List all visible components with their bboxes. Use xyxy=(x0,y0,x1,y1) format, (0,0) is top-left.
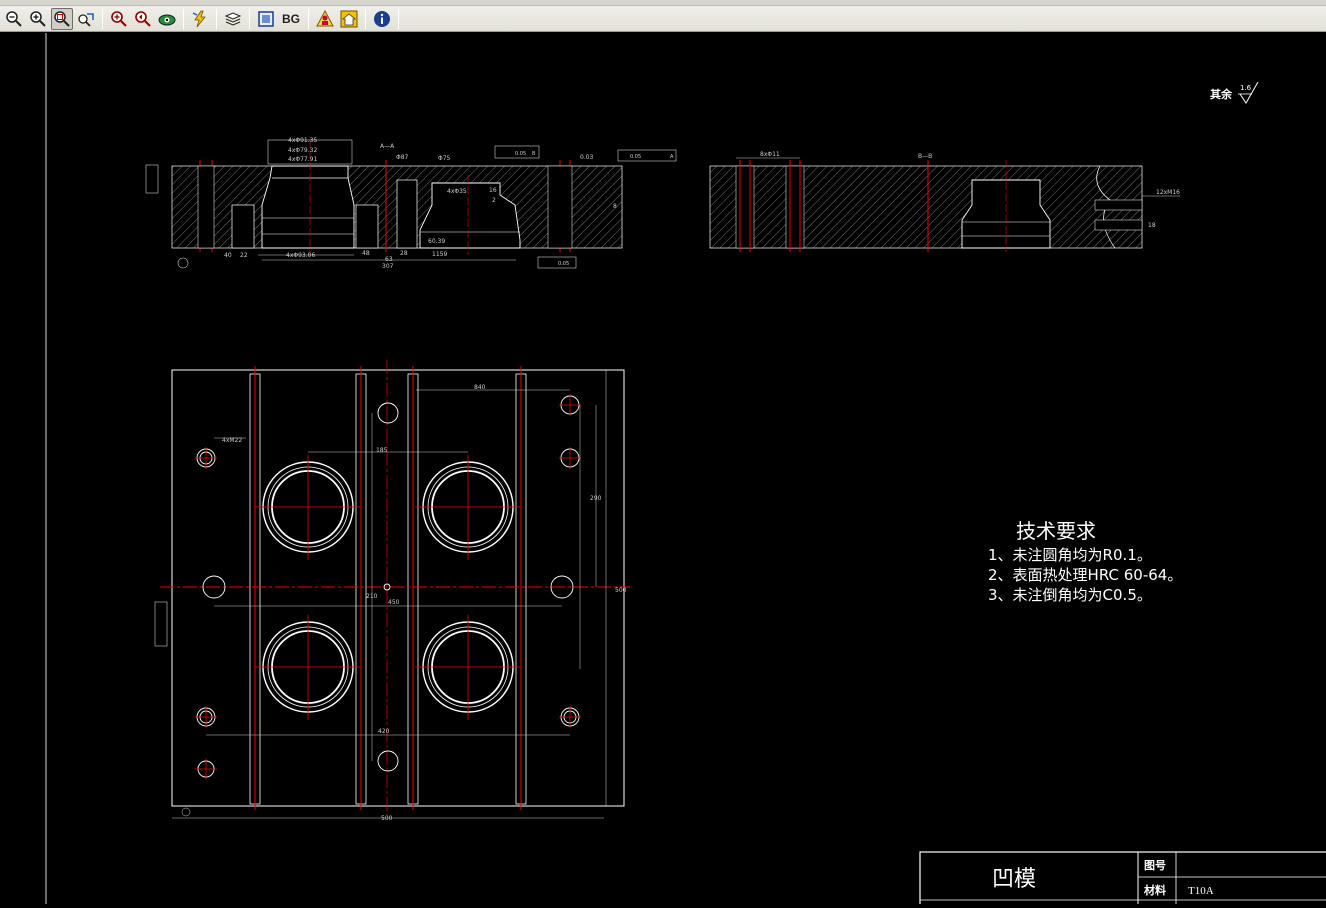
pan-realtime-button[interactable] xyxy=(75,8,97,30)
svg-text:16: 16 xyxy=(489,187,497,194)
zoom-extents-button[interactable] xyxy=(108,8,130,30)
zoom-out-button[interactable] xyxy=(3,8,25,30)
zoom-previous-icon xyxy=(135,10,151,27)
svg-text:40: 40 xyxy=(224,252,232,259)
svg-text:4xM22: 4xM22 xyxy=(222,437,242,444)
pan-icon xyxy=(78,12,94,27)
layers-button[interactable] xyxy=(222,8,244,30)
svg-text:290: 290 xyxy=(590,495,602,502)
plan-view: 4xM22 185 840 210 450 420 290 500 500 xyxy=(154,360,630,822)
zoom-extents-icon xyxy=(111,10,127,27)
svg-text:4xΦ93.06: 4xΦ93.06 xyxy=(286,252,315,259)
svg-text:500: 500 xyxy=(381,815,393,822)
background-button-label: BG xyxy=(282,11,300,26)
svg-text:60.39: 60.39 xyxy=(428,238,445,245)
eye-icon xyxy=(158,14,176,25)
svg-text:2: 2 xyxy=(492,197,496,204)
tech-item-1: 1、未注圆角均为R0.1。 xyxy=(988,546,1152,564)
svg-text:420: 420 xyxy=(378,728,390,735)
background-button[interactable]: BG xyxy=(279,8,303,30)
svg-text:22: 22 xyxy=(240,252,248,259)
lightning-icon xyxy=(192,10,206,27)
drawing-no-label: 图号 xyxy=(1144,859,1166,872)
zoom-in-icon xyxy=(30,10,46,27)
section-view-aa: A—A 4xΦ91.35 4xΦ79.32 4xΦ77.91 4xΦ93.06 … xyxy=(145,137,677,270)
zoom-out-icon xyxy=(6,10,22,27)
svg-text:4xΦ91.35: 4xΦ91.35 xyxy=(288,137,317,144)
svg-text:1159: 1159 xyxy=(432,251,447,258)
svg-text:8xΦ11: 8xΦ11 xyxy=(760,151,780,158)
toolbar-separator xyxy=(365,8,366,29)
section-view-bb: B—B 12xM16 18 8xΦ11 xyxy=(709,151,1180,252)
frame-icon xyxy=(258,10,274,27)
home-icon xyxy=(340,10,358,27)
svg-text:500: 500 xyxy=(615,587,627,594)
title-block: 凹模 图号 材料 T10A xyxy=(919,851,1326,908)
regen-button[interactable] xyxy=(189,8,211,30)
svg-text:840: 840 xyxy=(474,384,486,391)
roughness-value: 1.6 xyxy=(1240,84,1252,92)
tech-item-2: 2、表面热处理HRC 60-64。 xyxy=(988,566,1182,584)
svg-text:0.03: 0.03 xyxy=(580,154,594,161)
svg-text:0.05: 0.05 xyxy=(630,154,641,160)
svg-text:8: 8 xyxy=(613,203,617,210)
toolbar-separator xyxy=(102,8,103,29)
svg-text:0.05: 0.05 xyxy=(515,151,526,157)
toolbar-separator xyxy=(183,8,184,29)
tech-item-3: 3、未注倒角均为C0.5。 xyxy=(988,586,1152,604)
svg-text:4xΦ77.91: 4xΦ77.91 xyxy=(288,156,317,163)
svg-text:12xM16: 12xM16 xyxy=(1156,189,1180,196)
view-frame-button[interactable] xyxy=(255,8,277,30)
toolbar-separator xyxy=(249,8,250,29)
material-label: 材料 xyxy=(1144,883,1166,897)
svg-text:4xΦ35: 4xΦ35 xyxy=(447,188,467,195)
tech-title: 技术要求 xyxy=(1016,519,1096,543)
svg-text:Φ87: Φ87 xyxy=(396,154,409,161)
svg-text:28: 28 xyxy=(400,250,408,257)
svg-text:450: 450 xyxy=(388,599,400,606)
svg-text:48: 48 xyxy=(362,250,370,257)
svg-text:63: 63 xyxy=(385,256,393,263)
home-button[interactable] xyxy=(338,8,360,30)
zoom-previous-button[interactable] xyxy=(132,8,154,30)
zoom-in-button[interactable] xyxy=(27,8,49,30)
svg-text:B—B: B—B xyxy=(918,153,932,160)
zoom-window-button[interactable] xyxy=(51,7,73,30)
material-value: T10A xyxy=(1188,885,1214,897)
toolbar-separator xyxy=(216,8,217,29)
svg-text:307: 307 xyxy=(382,263,394,270)
svg-text:185: 185 xyxy=(376,447,388,454)
user-button[interactable] xyxy=(314,8,336,30)
svg-text:B: B xyxy=(532,151,536,157)
svg-text:Φ75: Φ75 xyxy=(438,155,451,162)
info-icon xyxy=(374,10,390,27)
toolbar-separator xyxy=(308,8,309,29)
svg-text:A—A: A—A xyxy=(380,143,395,150)
orbit-button[interactable] xyxy=(156,8,178,30)
user-icon xyxy=(316,9,334,26)
technical-requirements: 技术要求 1、未注圆角均为R0.1。 2、表面热处理HRC 60-64。 3、未… xyxy=(988,519,1182,604)
roughness-label: 其余 xyxy=(1210,87,1233,101)
part-name: 凹模 xyxy=(992,867,1036,892)
svg-text:18: 18 xyxy=(1148,222,1156,229)
svg-text:4xΦ79.32: 4xΦ79.32 xyxy=(288,147,317,154)
layers-icon xyxy=(224,11,242,26)
svg-text:A: A xyxy=(670,154,674,160)
zoom-window-icon xyxy=(54,10,70,27)
svg-text:210: 210 xyxy=(366,593,378,600)
toolbar-separator xyxy=(398,8,399,29)
cad-drawing: 其余 1.6 A—A 4xΦ91.35 4xΦ79.32 4xΦ77.91 4x… xyxy=(45,33,1326,908)
viewer-toolbar: BG xyxy=(0,0,1326,32)
info-button[interactable] xyxy=(371,8,393,30)
svg-text:0.05: 0.05 xyxy=(558,261,569,267)
drawing-canvas[interactable]: 其余 1.6 A—A 4xΦ91.35 4xΦ79.32 4xΦ77.91 4x… xyxy=(0,33,1326,908)
